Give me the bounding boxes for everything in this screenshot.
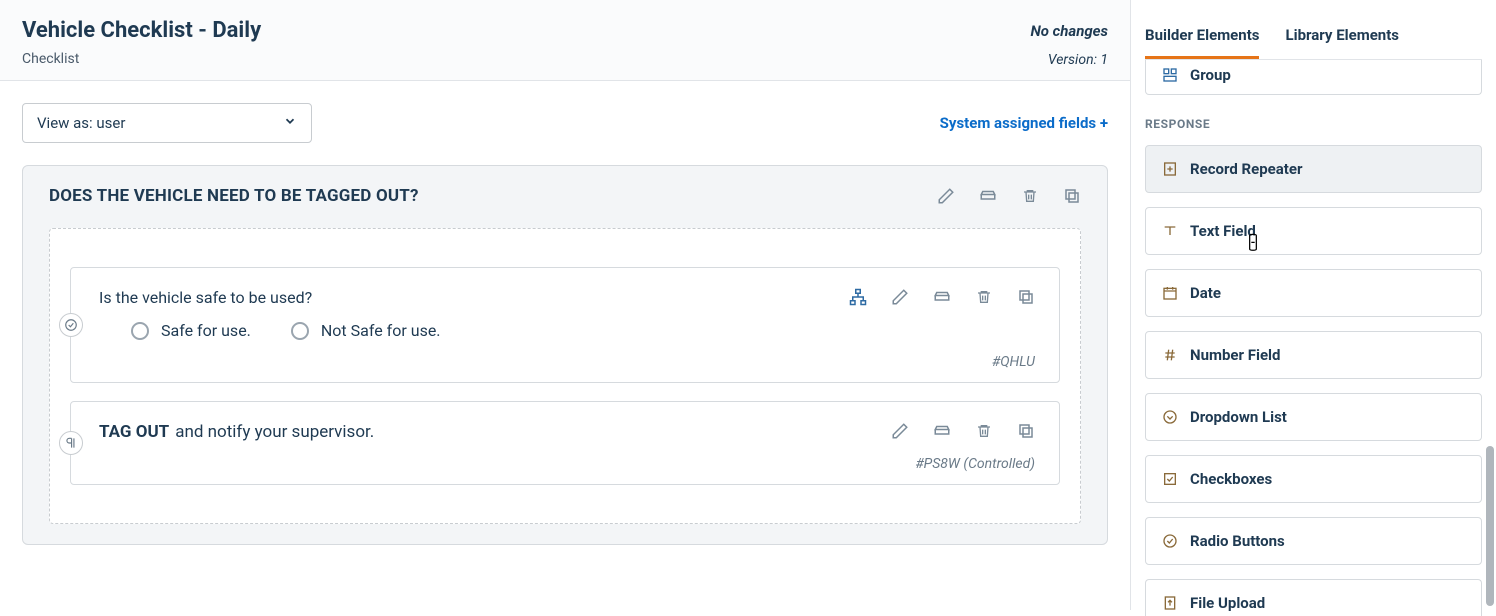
tab-library-elements[interactable]: Library Elements — [1285, 14, 1399, 59]
paragraph-bold: TAG OUT — [99, 422, 169, 442]
sidebar: Builder Elements Library Elements Group … — [1131, 0, 1496, 610]
paragraph-actions — [891, 422, 1035, 440]
copy-icon[interactable] — [1063, 187, 1081, 205]
question-actions — [849, 288, 1035, 306]
file-upload-icon — [1162, 595, 1178, 611]
chevron-down-icon — [283, 114, 297, 132]
paragraph-code: #PS8W (Controlled) — [99, 456, 1035, 472]
view-as-select[interactable]: View as: user — [22, 103, 312, 143]
header-left: Vehicle Checklist - Daily Checklist — [22, 18, 261, 68]
palette-label: Number Field — [1190, 346, 1280, 364]
palette-file-upload[interactable]: File Upload — [1145, 579, 1482, 616]
question-code: #QHLU — [99, 354, 1035, 370]
palette-record-repeater[interactable]: Record Repeater — [1145, 145, 1482, 193]
palette-radio-buttons[interactable]: Radio Buttons — [1145, 517, 1482, 565]
archive-icon[interactable] — [933, 422, 951, 440]
palette-date[interactable]: Date — [1145, 269, 1482, 317]
section-card[interactable]: DOES THE VEHICLE NEED TO BE TAGGED OUT? … — [22, 165, 1108, 545]
tab-builder-elements[interactable]: Builder Elements — [1145, 14, 1259, 59]
radio-icon — [291, 322, 309, 340]
copy-icon[interactable] — [1017, 422, 1035, 440]
archive-icon[interactable] — [979, 187, 997, 205]
system-assigned-fields-link[interactable]: System assigned fields + — [940, 114, 1108, 132]
option-safe[interactable]: Safe for use. — [131, 321, 251, 340]
palette-label: Checkboxes — [1190, 470, 1272, 488]
radio-buttons-icon — [1162, 533, 1178, 549]
scrollbar-thumb[interactable] — [1486, 446, 1494, 606]
view-as-label: View as: user — [37, 114, 125, 132]
palette-label: File Upload — [1190, 594, 1265, 612]
paragraph-text: TAG OUT and notify your supervisor. — [99, 422, 374, 442]
palette-label: Date — [1190, 284, 1221, 302]
record-repeater-icon — [1162, 161, 1178, 177]
edit-icon[interactable] — [891, 422, 909, 440]
palette-label: Radio Buttons — [1190, 532, 1285, 550]
trash-icon[interactable] — [1021, 187, 1039, 205]
header: Vehicle Checklist - Daily Checklist No c… — [0, 0, 1130, 81]
paragraph-card[interactable]: TAG OUT and notify your supervisor. #PS8… — [70, 401, 1060, 485]
page-subtitle: Checklist — [22, 51, 261, 67]
question-card[interactable]: Is the vehicle safe to be used? Safe for… — [70, 267, 1060, 383]
version-label: Version: 1 — [1031, 52, 1108, 68]
options: Safe for use. Not Safe for use. — [99, 321, 441, 340]
sidebar-scrollbar[interactable] — [1486, 76, 1494, 610]
logic-icon[interactable] — [849, 288, 867, 306]
response-section-label: RESPONSE — [1145, 117, 1482, 131]
header-right: No changes Version: 1 — [1031, 18, 1108, 68]
palette-label: Dropdown List — [1190, 408, 1287, 426]
paragraph-rest: and notify your supervisor. — [175, 422, 374, 442]
date-icon — [1162, 285, 1178, 301]
edit-icon[interactable] — [891, 288, 909, 306]
number-field-icon — [1162, 347, 1178, 363]
edit-icon[interactable] — [937, 187, 955, 205]
palette-label: Record Repeater — [1190, 160, 1302, 178]
text-field-icon — [1162, 223, 1178, 239]
palette-text-field[interactable]: Text Field — [1145, 207, 1482, 255]
checkboxes-icon — [1162, 471, 1178, 487]
palette-checkboxes[interactable]: Checkboxes — [1145, 455, 1482, 503]
trash-icon[interactable] — [975, 288, 993, 306]
palette-label: Text Field — [1190, 222, 1256, 240]
section-header: DOES THE VEHICLE NEED TO BE TAGGED OUT? — [49, 186, 1081, 206]
main-area: Vehicle Checklist - Daily Checklist No c… — [0, 0, 1131, 610]
radio-icon — [131, 322, 149, 340]
copy-icon[interactable] — [1017, 288, 1035, 306]
sidebar-tabs: Builder Elements Library Elements — [1145, 0, 1482, 60]
palette-label: Group — [1190, 66, 1231, 84]
trash-icon[interactable] — [975, 422, 993, 440]
palette-group[interactable]: Group — [1145, 60, 1482, 95]
question-text: Is the vehicle safe to be used? — [99, 288, 441, 307]
section-title: DOES THE VEHICLE NEED TO BE TAGGED OUT? — [49, 186, 419, 206]
paragraph-type-icon — [59, 431, 83, 455]
option-not-safe[interactable]: Not Safe for use. — [291, 321, 441, 340]
section-body: Is the vehicle safe to be used? Safe for… — [49, 228, 1081, 524]
save-status: No changes — [1031, 22, 1108, 40]
radio-type-icon — [59, 313, 83, 337]
option-label: Not Safe for use. — [321, 321, 441, 340]
palette-number-field[interactable]: Number Field — [1145, 331, 1482, 379]
option-label: Safe for use. — [161, 321, 251, 340]
toolbar: View as: user System assigned fields + — [0, 81, 1130, 143]
page-title: Vehicle Checklist - Daily — [22, 18, 261, 43]
dropdown-icon — [1162, 409, 1178, 425]
palette-dropdown-list[interactable]: Dropdown List — [1145, 393, 1482, 441]
section-actions — [937, 187, 1081, 205]
group-icon — [1162, 67, 1178, 83]
archive-icon[interactable] — [933, 288, 951, 306]
canvas: DOES THE VEHICLE NEED TO BE TAGGED OUT? … — [0, 143, 1130, 610]
